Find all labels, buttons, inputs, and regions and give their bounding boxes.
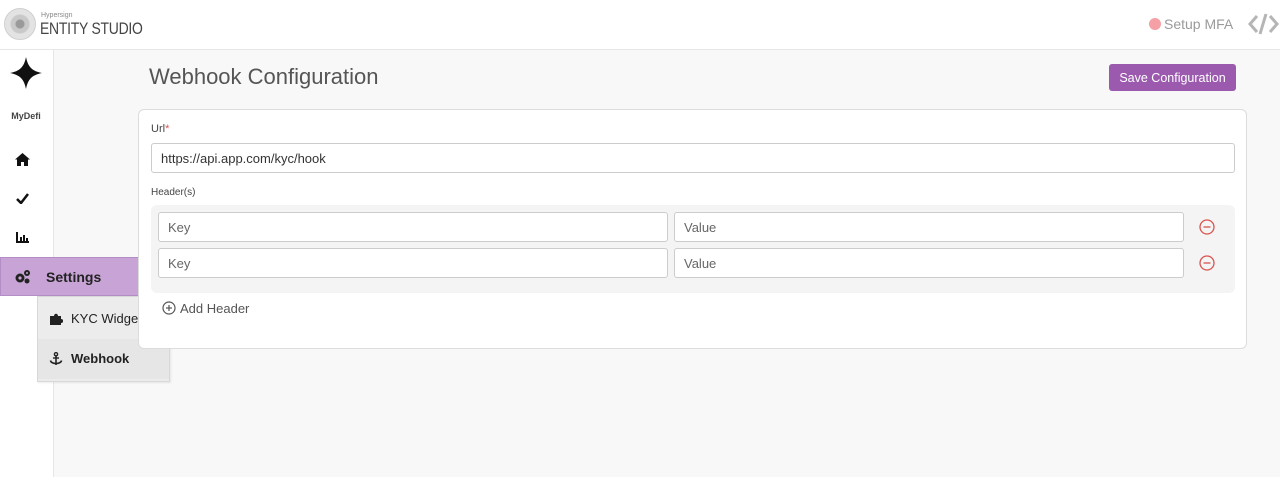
puzzle-icon (50, 313, 63, 325)
save-configuration-button[interactable]: Save Configuration (1109, 64, 1236, 91)
header-key-input[interactable] (158, 212, 668, 242)
header-key-input[interactable] (158, 248, 668, 278)
header-value-input[interactable] (674, 248, 1184, 278)
sidebar-item-home[interactable] (14, 151, 30, 167)
add-circle-icon (162, 301, 176, 315)
remove-header-icon[interactable] (1199, 255, 1215, 271)
org-logo-icon[interactable] (9, 56, 43, 90)
url-label-text: Url (151, 123, 166, 135)
headers-label: Header(s) (151, 187, 196, 198)
setup-mfa-button[interactable]: Setup MFA (1149, 16, 1233, 32)
brand-name[interactable]: ENTITY STUDIO (40, 19, 143, 39)
required-mark: * (165, 123, 170, 135)
submenu-label: KYC Widget (71, 311, 142, 326)
page-title: Webhook Configuration (149, 64, 379, 89)
chart-icon (15, 231, 29, 243)
brand-subtitle: Hypersign (41, 12, 73, 19)
remove-header-icon[interactable] (1199, 219, 1215, 235)
add-header-label: Add Header (180, 300, 250, 316)
anchor-icon (49, 352, 63, 365)
add-header-button[interactable]: Add Header (162, 299, 249, 317)
org-name: MyDefi (11, 111, 41, 121)
settings-label: Settings (46, 269, 102, 285)
code-icon[interactable] (1246, 10, 1280, 38)
url-label: Url* (151, 123, 169, 135)
headers-list (151, 205, 1235, 293)
home-icon (14, 152, 30, 166)
brand-logo-icon[interactable] (4, 8, 36, 40)
setup-mfa-label: Setup MFA (1164, 16, 1234, 32)
top-bar: Hypersign ENTITY STUDIO Setup MFA (0, 0, 1280, 50)
mfa-status-icon (1149, 18, 1161, 30)
submenu-label: Webhook (71, 351, 130, 366)
header-value-input[interactable] (674, 212, 1184, 242)
sidebar-item-check[interactable] (14, 190, 30, 206)
sidebar-item-analytics[interactable] (14, 229, 30, 245)
url-input[interactable] (151, 143, 1235, 173)
gears-icon (15, 270, 30, 284)
webhook-config-card: Url* Header(s) Add Header (138, 109, 1247, 349)
check-icon (15, 192, 29, 204)
